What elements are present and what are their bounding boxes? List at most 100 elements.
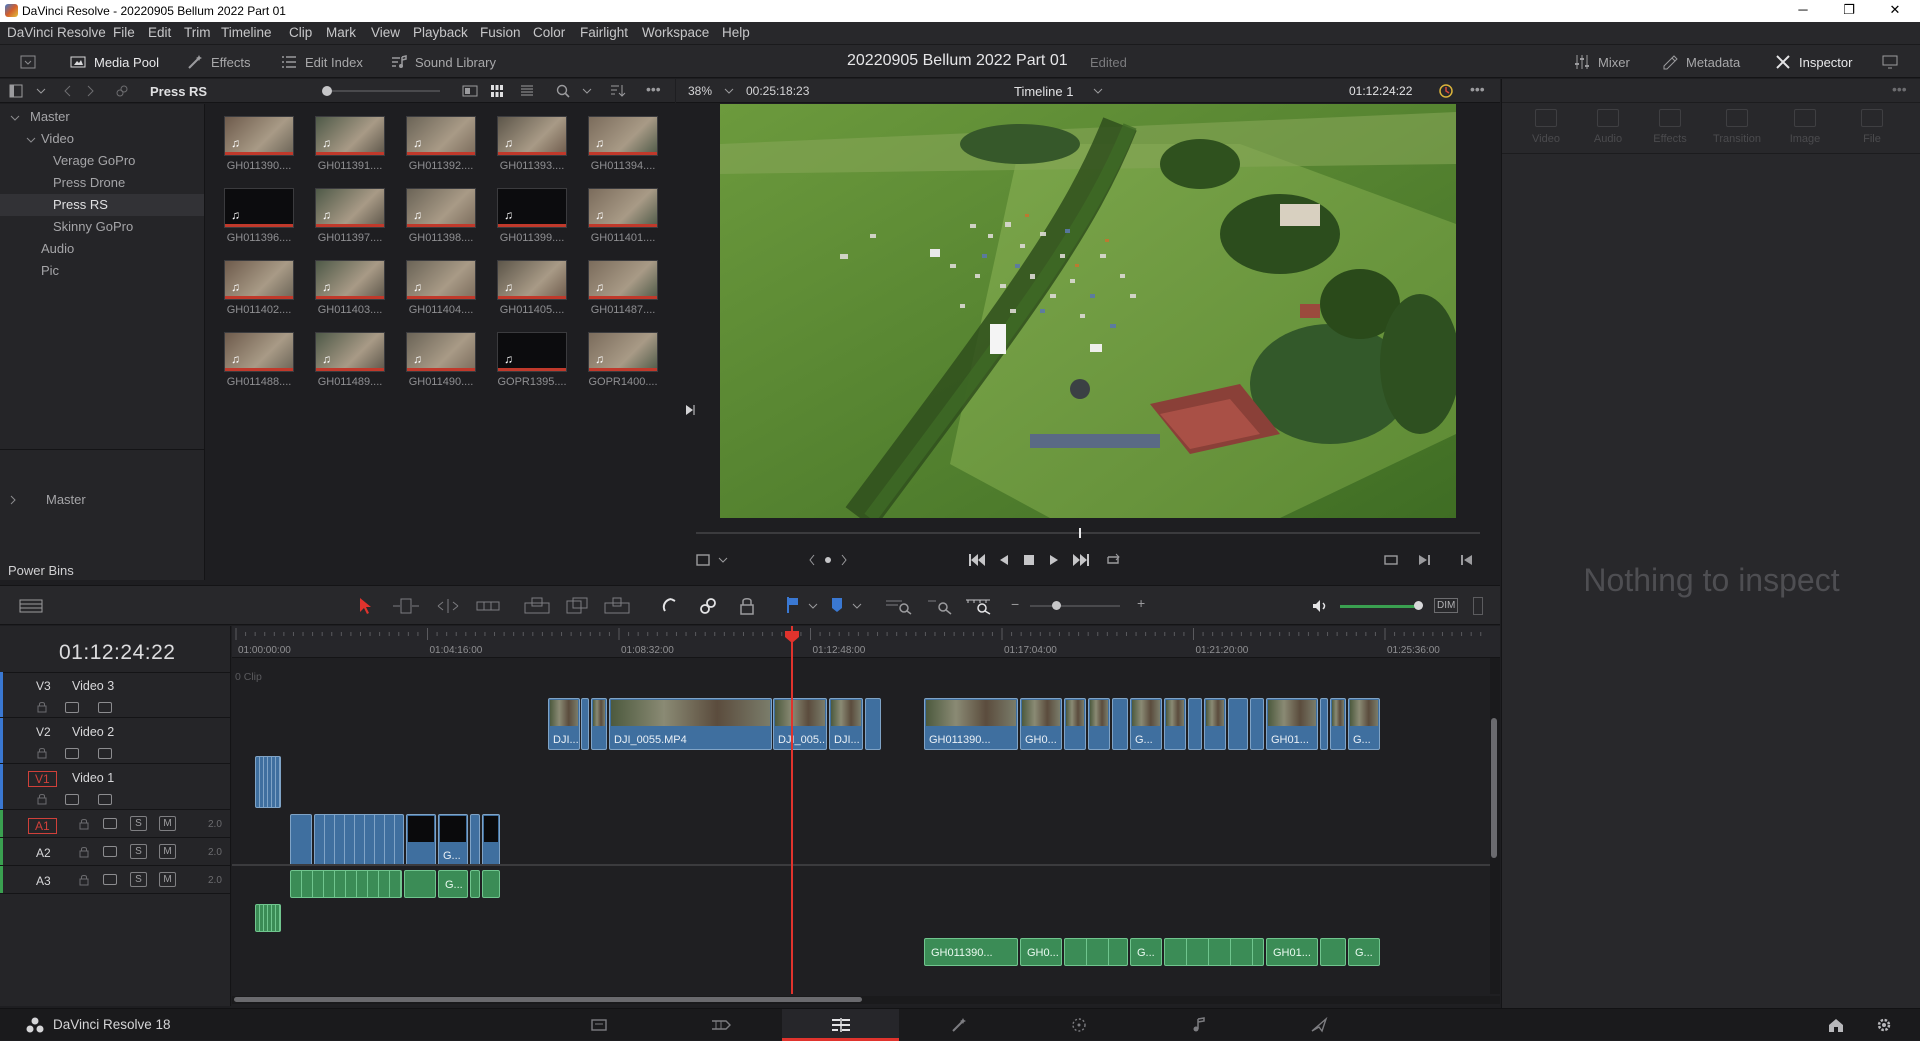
- track-id[interactable]: A2: [36, 846, 51, 860]
- v2-clip-stack[interactable]: [255, 756, 281, 808]
- effects-button[interactable]: Effects: [187, 52, 251, 72]
- sound-library-button[interactable]: Sound Library: [391, 52, 496, 72]
- go-to-start-icon[interactable]: [968, 552, 986, 568]
- match-frame-icon[interactable]: [808, 552, 848, 568]
- media-clip[interactable]: ♫ GH011405....: [497, 260, 567, 316]
- sync-icon[interactable]: [1438, 83, 1454, 99]
- a1-clip-group[interactable]: [290, 870, 402, 898]
- tab-audio[interactable]: Audio: [1578, 109, 1638, 145]
- a3-clip-g-a[interactable]: G...: [1130, 938, 1162, 966]
- selection-mode-icon[interactable]: [357, 597, 373, 615]
- v3-clip-short[interactable]: [1112, 698, 1128, 750]
- lock-icon[interactable]: [36, 747, 48, 759]
- minimize-button[interactable]: ─: [1780, 0, 1826, 22]
- v3-clip-dji-0055[interactable]: DJI_0055.MP4: [609, 698, 772, 750]
- media-clip[interactable]: ♫ GOPR1400....: [588, 332, 658, 388]
- timeline-view-options-icon[interactable]: [19, 598, 43, 614]
- media-clip[interactable]: ♫ GH011401....: [588, 188, 658, 244]
- track-visibility-icon[interactable]: [98, 748, 112, 759]
- a2-clip-stack[interactable]: [255, 904, 281, 932]
- volume-icon[interactable]: [1311, 597, 1329, 615]
- v3-clip-dji-b[interactable]: DJI...: [829, 698, 863, 750]
- menu-color[interactable]: Color: [533, 25, 565, 40]
- play-icon[interactable]: [1048, 552, 1060, 568]
- zoom-detail-icon[interactable]: [926, 597, 954, 615]
- chevron-down-icon[interactable]: [10, 114, 20, 122]
- blade-mode-icon[interactable]: [476, 598, 500, 614]
- thumbnail-size-handle[interactable]: [322, 86, 332, 96]
- v3-clip-g-b[interactable]: G...: [1348, 698, 1380, 750]
- timeline-select-chevron-icon[interactable]: [1093, 87, 1103, 95]
- tab-effects[interactable]: Effects: [1640, 109, 1700, 145]
- forward-arrow-icon[interactable]: [86, 85, 94, 97]
- auto-select-icon[interactable]: [65, 794, 79, 805]
- bin-item[interactable]: Press Drone: [0, 172, 204, 194]
- snapping-icon[interactable]: [660, 596, 680, 616]
- v3-clip-gh011390[interactable]: GH011390...: [924, 698, 1018, 750]
- viewer-scrubber[interactable]: [696, 532, 1480, 534]
- mute-button[interactable]: M: [159, 844, 176, 859]
- metadata-button[interactable]: Metadata: [1662, 52, 1740, 72]
- v3-clip-short[interactable]: [1250, 698, 1264, 750]
- list-view-icon[interactable]: [520, 84, 534, 98]
- media-clip[interactable]: ♫ GH011489....: [315, 332, 385, 388]
- mute-button[interactable]: M: [159, 872, 176, 887]
- marker-icon[interactable]: [830, 596, 844, 614]
- menu-timeline[interactable]: Timeline: [221, 25, 272, 40]
- a1-clip-g[interactable]: G...: [438, 870, 468, 898]
- inspector-button[interactable]: Inspector: [1775, 52, 1852, 72]
- track-visibility-icon[interactable]: [98, 794, 112, 805]
- v3-clip-short[interactable]: [1064, 698, 1086, 750]
- v3-clip-dji-005[interactable]: DJI_005...: [773, 698, 827, 750]
- lock-icon[interactable]: [36, 793, 48, 805]
- media-clip[interactable]: ♫ GH011397....: [315, 188, 385, 244]
- home-icon[interactable]: [1827, 1017, 1845, 1033]
- timeline-zoom-handle[interactable]: [1052, 601, 1061, 610]
- bin-item[interactable]: Skinny GoPro: [0, 216, 204, 238]
- track-id[interactable]: A1: [28, 818, 57, 834]
- menu-mark[interactable]: Mark: [326, 25, 356, 40]
- panel-toggle-button[interactable]: [20, 52, 36, 72]
- track-id[interactable]: A3: [36, 874, 51, 888]
- page-media-icon[interactable]: [590, 1017, 608, 1033]
- track-name[interactable]: Video 2: [72, 725, 114, 739]
- media-clip[interactable]: ♫ GOPR1395....: [497, 332, 567, 388]
- crop-chevron-icon[interactable]: [718, 556, 728, 564]
- stop-icon[interactable]: [1022, 552, 1036, 568]
- tab-transition[interactable]: Transition: [1707, 109, 1767, 145]
- go-to-end-icon[interactable]: [1072, 552, 1090, 568]
- media-clip[interactable]: ♫ GH011404....: [406, 260, 476, 316]
- lock-icon[interactable]: [78, 818, 90, 830]
- close-button[interactable]: ✕: [1872, 0, 1918, 22]
- media-clip[interactable]: ♫ GH011399....: [497, 188, 567, 244]
- v3-clip-short[interactable]: [1228, 698, 1248, 750]
- playhead[interactable]: [791, 626, 793, 994]
- media-pool-button[interactable]: Media Pool: [70, 52, 159, 72]
- media-clip[interactable]: ♫ GH011490....: [406, 332, 476, 388]
- maximize-button[interactable]: ❐: [1826, 0, 1872, 22]
- chevron-down-icon[interactable]: [26, 136, 36, 144]
- marker-chevron-icon[interactable]: [852, 602, 862, 610]
- auto-select-icon[interactable]: [103, 874, 117, 885]
- track-id[interactable]: V2: [36, 725, 51, 739]
- insert-clip-icon[interactable]: [523, 597, 551, 615]
- audio-meter-toggle[interactable]: [1473, 597, 1483, 615]
- v3-clip-short[interactable]: [1320, 698, 1328, 750]
- a3-clip-gh01[interactable]: GH01...: [1266, 938, 1318, 966]
- lock-icon[interactable]: [78, 874, 90, 886]
- zoom-out-icon[interactable]: −: [1011, 596, 1019, 612]
- track-id[interactable]: V1: [28, 771, 57, 787]
- media-clip[interactable]: ♫ GH011402....: [224, 260, 294, 316]
- next-clip-icon[interactable]: [1417, 552, 1431, 568]
- solo-button[interactable]: S: [130, 872, 147, 887]
- settings-gear-icon[interactable]: [1875, 1017, 1893, 1033]
- media-clip[interactable]: ♫ GH011403....: [315, 260, 385, 316]
- viewer-side-arrow-icon[interactable]: [684, 404, 696, 416]
- bin-item[interactable]: Verage GoPro: [0, 150, 204, 172]
- a3-clip-g-b[interactable]: G...: [1348, 938, 1380, 966]
- replace-clip-icon[interactable]: [603, 597, 631, 615]
- thumbnail-size-slider[interactable]: [324, 90, 440, 92]
- inspector-options-icon[interactable]: •••: [1892, 81, 1907, 97]
- v3-clip-g-a[interactable]: G...: [1130, 698, 1162, 750]
- v3-clip-gh0[interactable]: GH0...: [1020, 698, 1062, 750]
